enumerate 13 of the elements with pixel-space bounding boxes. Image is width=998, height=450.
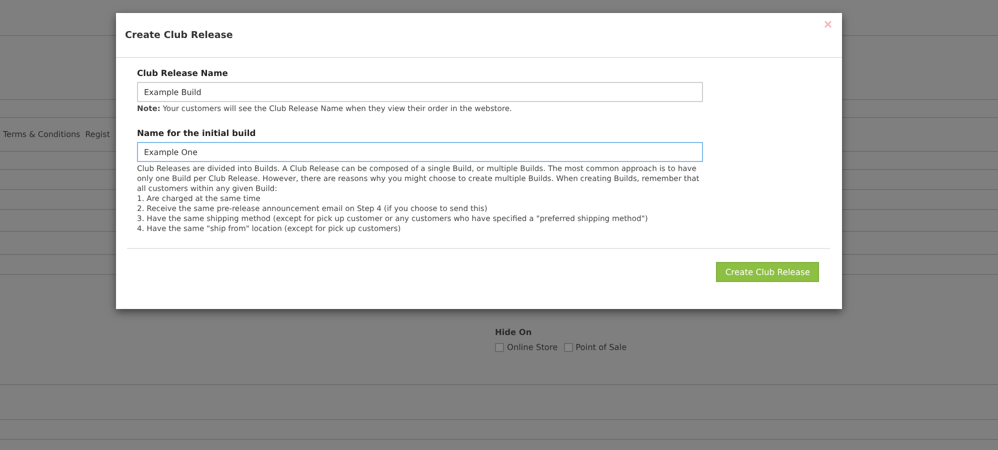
field-label: Name for the initial build [137, 128, 257, 138]
checkbox[interactable] [564, 342, 573, 352]
input-field[interactable]: Example One [137, 142, 703, 162]
checkbox[interactable] [495, 342, 504, 352]
field-label: Club Release Name [137, 68, 229, 78]
hide-on-label: Hide On [495, 327, 533, 337]
checkbox-label: Point of Sale [576, 342, 627, 352]
nav-link[interactable]: Regist [85, 130, 110, 139]
input-field[interactable]: Example Build [137, 82, 703, 102]
nav-link[interactable]: Terms & Conditions [3, 130, 80, 139]
dialog-title: Create Club Release [125, 30, 233, 40]
create-button[interactable]: Create Club Release [716, 262, 819, 282]
checkbox-label: Online Store [507, 342, 558, 352]
